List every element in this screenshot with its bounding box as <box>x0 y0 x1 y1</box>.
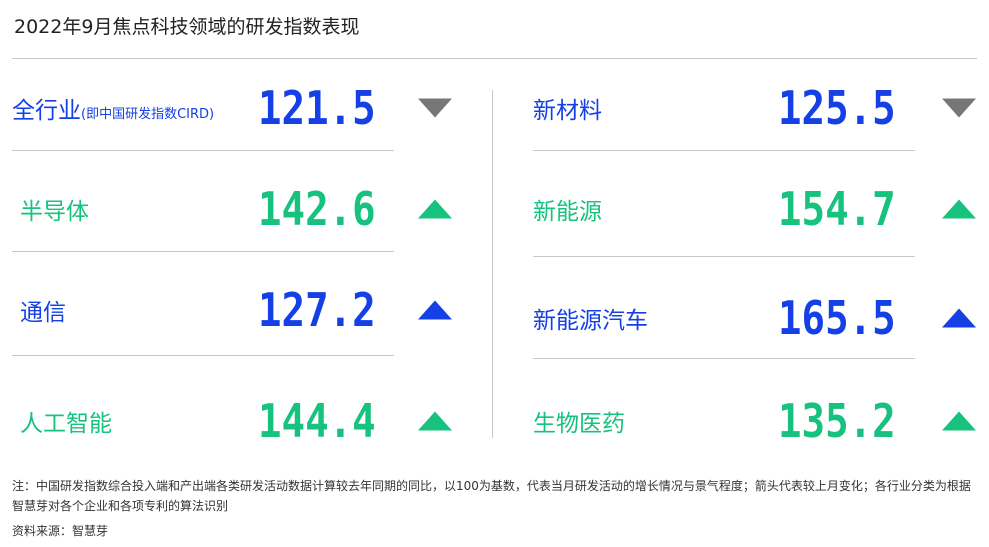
down-arrow-icon <box>418 98 452 118</box>
footnote: 注：中国研发指数综合投入端和产出端各类研发活动数据计算较去年同期的同比，以100… <box>12 479 971 513</box>
index-row-biomedicine: 生物医药 135.2 <box>533 381 978 461</box>
index-row-all-industry: 全行业(即中国研发指数CIRD) 121.5 <box>12 68 457 148</box>
row-value: 125.5 <box>778 81 896 135</box>
up-arrow-icon <box>942 199 976 219</box>
up-arrow-icon <box>418 411 452 431</box>
row-label: 新能源 <box>533 199 602 225</box>
up-arrow-icon <box>418 300 452 320</box>
row-label: 新材料 <box>533 98 602 124</box>
row-divider <box>533 358 915 359</box>
column-divider <box>492 90 493 438</box>
page-title: 2022年9月焦点科技领域的研发指数表现 <box>14 16 360 38</box>
row-label: 全行业(即中国研发指数CIRD) <box>12 98 215 124</box>
source-note: 资料来源：智慧芽 <box>12 524 109 538</box>
row-label: 通信 <box>20 300 66 326</box>
row-value: 121.5 <box>258 81 376 135</box>
row-divider <box>12 251 394 252</box>
up-arrow-icon <box>942 308 976 328</box>
title-divider <box>12 58 977 59</box>
up-arrow-icon <box>418 199 452 219</box>
down-arrow-icon <box>942 98 976 118</box>
up-arrow-icon <box>942 411 976 431</box>
row-divider <box>12 355 394 356</box>
row-label: 人工智能 <box>20 411 112 437</box>
row-value: 127.2 <box>258 283 376 337</box>
index-row-new-energy: 新能源 154.7 <box>533 169 978 249</box>
index-row-semiconductor: 半导体 142.6 <box>12 169 457 249</box>
row-value: 144.4 <box>258 394 376 448</box>
row-value: 142.6 <box>258 182 376 236</box>
index-row-new-energy-vehicles: 新能源汽车 165.5 <box>533 278 978 358</box>
row-value: 154.7 <box>778 182 896 236</box>
row-label: 新能源汽车 <box>533 308 648 334</box>
row-divider <box>12 150 394 151</box>
row-divider <box>533 256 915 257</box>
row-value: 135.2 <box>778 394 896 448</box>
row-value: 165.5 <box>778 291 896 345</box>
index-row-new-materials: 新材料 125.5 <box>533 68 978 148</box>
row-divider <box>533 150 915 151</box>
row-label: 生物医药 <box>533 411 625 437</box>
row-label: 半导体 <box>20 199 89 225</box>
index-row-telecom: 通信 127.2 <box>12 270 457 350</box>
index-row-ai: 人工智能 144.4 <box>12 381 457 461</box>
